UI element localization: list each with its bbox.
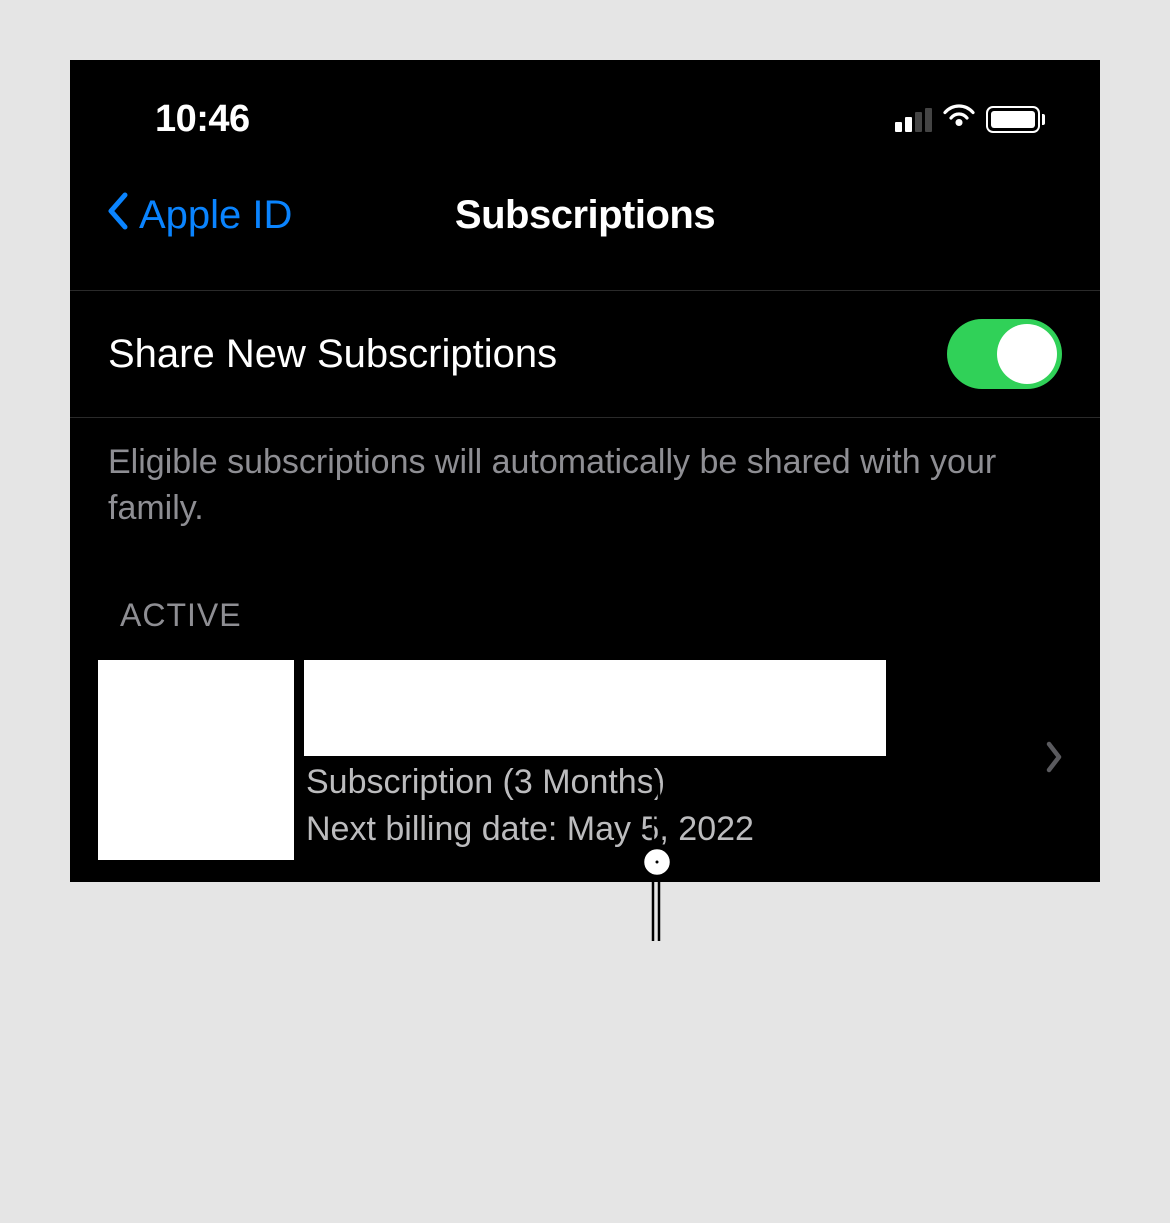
battery-icon xyxy=(986,106,1045,133)
chevron-left-icon xyxy=(105,191,131,240)
nav-bar: Apple ID Subscriptions xyxy=(70,161,1100,290)
subscription-plan: Subscription (3 Months) xyxy=(304,762,1044,803)
cellular-signal-icon xyxy=(895,108,932,132)
page-title: Subscriptions xyxy=(455,193,715,238)
subscription-title-redacted xyxy=(304,660,886,756)
toggle-knob xyxy=(997,324,1057,384)
share-subscriptions-row: Share New Subscriptions xyxy=(70,290,1100,418)
status-time: 10:46 xyxy=(155,98,250,141)
share-subscriptions-label: Share New Subscriptions xyxy=(108,332,557,377)
share-subscriptions-toggle[interactable] xyxy=(947,319,1062,389)
chevron-right-icon xyxy=(1044,740,1072,779)
status-icons xyxy=(895,104,1045,135)
subscription-billing: Next billing date: May 5, 2022 xyxy=(304,809,1044,850)
active-section-header: ACTIVE xyxy=(70,587,1100,646)
back-button[interactable]: Apple ID xyxy=(105,191,292,240)
subscription-item[interactable]: Subscription (3 Months) Next billing dat… xyxy=(70,646,1100,882)
wifi-icon xyxy=(942,104,976,135)
share-subscriptions-footer: Eligible subscriptions will automaticall… xyxy=(70,418,1100,587)
phone-screen: 10:46 xyxy=(70,60,1100,882)
status-bar: 10:46 xyxy=(70,60,1100,161)
subscription-content: Subscription (3 Months) Next billing dat… xyxy=(294,660,1044,860)
app-icon-redacted xyxy=(98,660,294,860)
back-label: Apple ID xyxy=(139,193,292,238)
